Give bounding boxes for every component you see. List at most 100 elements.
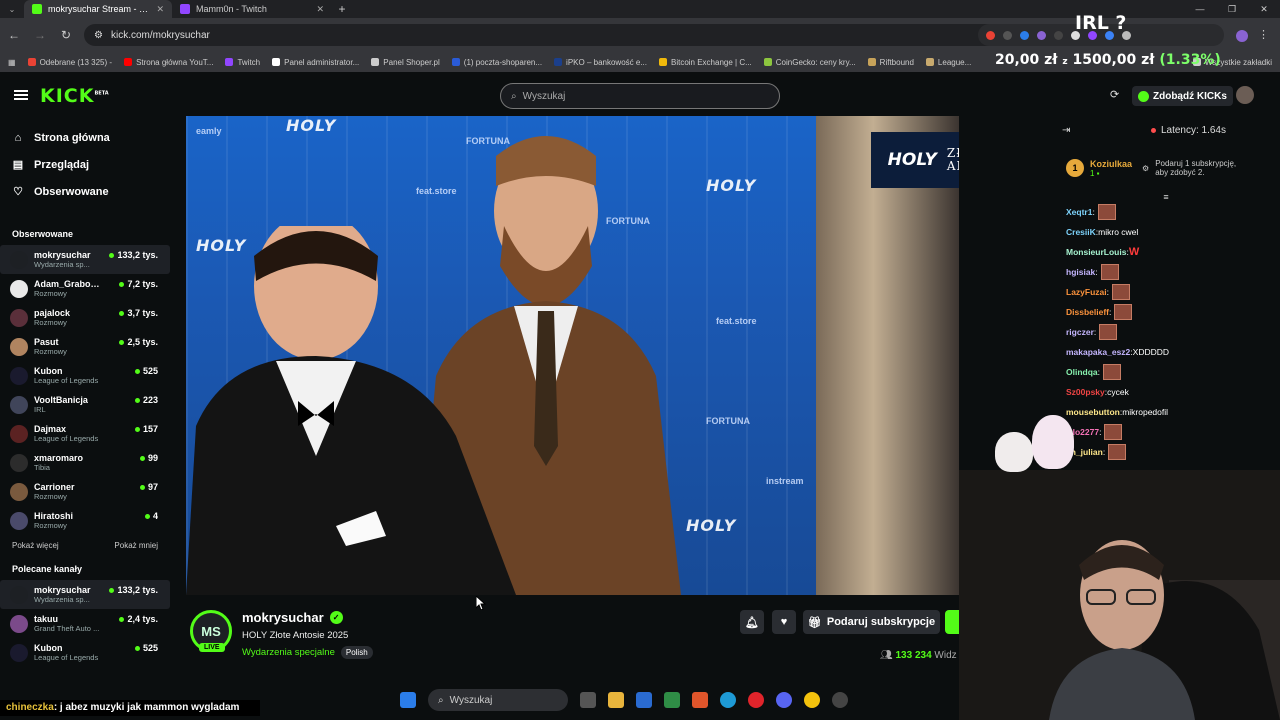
store-icon[interactable] bbox=[636, 692, 652, 708]
bookmark-item[interactable]: Twitch bbox=[225, 58, 260, 67]
cat-emote-sticker bbox=[1032, 415, 1074, 469]
gift-icon: 🎁︎ bbox=[807, 616, 822, 629]
channel-item[interactable]: Hiratoshi Rozmowy 4 bbox=[0, 506, 170, 535]
bookmark-item[interactable]: Odebrane (13 325) - bbox=[27, 58, 112, 67]
reload-icon[interactable]: ↻ bbox=[58, 28, 74, 42]
extension-icon[interactable] bbox=[1037, 30, 1046, 40]
close-window-button[interactable]: ✕ bbox=[1248, 0, 1280, 18]
user-avatar[interactable] bbox=[1236, 86, 1254, 104]
channel-item[interactable]: pajalock Rozmowy 3,7 tys. bbox=[0, 303, 170, 332]
bookmark-label: Strona główna YouT... bbox=[136, 57, 214, 67]
bookmark-item[interactable]: (1) poczta-shoparen... bbox=[451, 58, 542, 67]
opera-icon[interactable] bbox=[748, 692, 764, 708]
file-explorer-icon[interactable] bbox=[608, 692, 624, 708]
chat-username[interactable]: Olindqa bbox=[1066, 367, 1098, 377]
nav-browse[interactable]: ▤ Przeglądaj bbox=[0, 151, 170, 178]
language-tag[interactable]: Polish bbox=[340, 646, 373, 659]
channel-viewers: 2,5 tys. bbox=[119, 337, 158, 347]
forward-icon[interactable]: → bbox=[32, 28, 48, 42]
discord-icon[interactable] bbox=[776, 692, 792, 708]
chat-username[interactable]: rigczer bbox=[1066, 327, 1094, 337]
menu-icon[interactable] bbox=[14, 90, 28, 100]
bookmark-item[interactable]: Bitcoin Exchange | C... bbox=[658, 58, 752, 67]
search-input[interactable]: ⌕ Wyszukaj bbox=[500, 83, 780, 109]
browser-menu-icon[interactable]: ⋮ bbox=[1258, 28, 1269, 41]
bookmark-item[interactable]: CoinGecko: ceny kry... bbox=[763, 58, 856, 67]
bookmark-item[interactable]: Strona główna YouT... bbox=[124, 58, 213, 67]
channel-item[interactable]: Adam_Grabowi... Rozmowy 7,2 tys. bbox=[0, 274, 170, 303]
nav-home[interactable]: ⌂ Strona główna bbox=[0, 124, 170, 151]
chat-username[interactable]: MonsieurLouis bbox=[1066, 247, 1126, 257]
chat-username[interactable]: Sz00psky bbox=[1066, 387, 1105, 397]
refresh-icon[interactable]: ⟳ bbox=[1110, 88, 1119, 101]
extension-icon[interactable] bbox=[986, 30, 995, 40]
channel-item[interactable]: Kubon League of Legends 525 bbox=[0, 638, 170, 667]
extension-icon[interactable] bbox=[1020, 30, 1029, 40]
brave-icon[interactable] bbox=[692, 692, 708, 708]
chat-pin-icon[interactable]: ≡ bbox=[1052, 192, 1280, 202]
show-more-button[interactable]: Pokaż więcej bbox=[12, 541, 59, 550]
chat-username[interactable]: Xeqtr1 bbox=[1066, 207, 1092, 217]
channel-item[interactable]: Pasut Rozmowy 2,5 tys. bbox=[0, 332, 170, 361]
extension-icon[interactable] bbox=[1003, 30, 1012, 40]
tab-search-button[interactable]: ⌄ bbox=[0, 0, 24, 18]
channel-item[interactable]: takuu Grand Theft Auto ... 2,4 tys. bbox=[0, 609, 170, 638]
channel-category: League of Legends bbox=[34, 653, 99, 662]
windows-start-icon[interactable] bbox=[400, 692, 416, 708]
minimize-button[interactable]: — bbox=[1184, 0, 1216, 18]
obs-icon[interactable] bbox=[832, 692, 848, 708]
get-kicks-button[interactable]: Zdobądź KICKs bbox=[1132, 86, 1233, 106]
video-player[interactable]: HOLY FORTUNA eamly feat.store HOLY FORTUNA HOL… bbox=[186, 116, 959, 595]
new-tab-button[interactable]: + bbox=[332, 2, 352, 16]
streamer-name[interactable]: mokrysuchar ✓ bbox=[242, 610, 343, 625]
nav-following[interactable]: ♡ Obserwowane bbox=[0, 178, 170, 205]
category-link[interactable]: Wydarzenia specjalne bbox=[242, 647, 335, 658]
subscribe-button[interactable] bbox=[945, 610, 959, 634]
bookmark-item[interactable]: Panel administrator... bbox=[272, 58, 359, 67]
tab-twitch[interactable]: Mamm0n - Twitch ✕ bbox=[172, 0, 332, 18]
chrome-icon[interactable] bbox=[804, 692, 820, 708]
channel-item[interactable]: mokrysuchar Wydarzenia sp... 133,2 tys. bbox=[0, 580, 170, 609]
profile-avatar[interactable] bbox=[1236, 30, 1248, 42]
follow-button[interactable]: ♥ bbox=[772, 610, 796, 634]
taskbar-search[interactable]: ⌕ Wyszukaj bbox=[428, 689, 568, 711]
channel-item[interactable]: VooltBanicja IRL 223 bbox=[0, 390, 170, 419]
chat-username[interactable]: LazyFuzai bbox=[1066, 287, 1107, 297]
maximize-button[interactable]: ❐ bbox=[1216, 0, 1248, 18]
bookmark-item[interactable]: Riftbound bbox=[867, 58, 914, 67]
back-icon[interactable]: ← bbox=[6, 28, 22, 42]
bookmark-item[interactable]: iPKO – bankowość e... bbox=[554, 58, 647, 67]
collapse-chat-icon[interactable]: ⇥ bbox=[1062, 125, 1070, 136]
kick-logo[interactable]: KICKBETA bbox=[40, 85, 109, 107]
chat-username[interactable]: mousebutton bbox=[1066, 407, 1120, 417]
channel-item[interactable]: xmaromaro Tibia 99 bbox=[0, 448, 170, 477]
gift-subs-button[interactable]: 🎁︎ Podaruj subskrypcje bbox=[803, 610, 940, 634]
gifter-name[interactable]: Koziulkaa bbox=[1090, 159, 1132, 169]
close-icon[interactable]: ✕ bbox=[316, 4, 324, 15]
app-icon[interactable] bbox=[664, 692, 680, 708]
edge-icon[interactable] bbox=[720, 692, 736, 708]
tab-kick[interactable]: mokrysuchar Stream - Watch ✕ bbox=[24, 0, 172, 18]
chat-username[interactable]: CresiiK bbox=[1066, 227, 1096, 237]
bookmark-item[interactable]: Panel Shoper.pl bbox=[371, 58, 440, 67]
chat-header: ⇥ Latency: 1.64s bbox=[1052, 116, 1280, 144]
channel-item[interactable]: mokrysuchar Wydarzenia sp... 133,2 tys. bbox=[0, 245, 170, 274]
notifications-button[interactable]: 🔔︎ bbox=[740, 610, 764, 634]
show-less-button[interactable]: Pokaż mniej bbox=[114, 541, 158, 550]
bookmark-item[interactable]: League... bbox=[925, 58, 971, 67]
chat-username[interactable]: Dissbelieff bbox=[1066, 307, 1109, 317]
channel-item[interactable]: Kubon League of Legends 525 bbox=[0, 361, 170, 390]
kicks-icon bbox=[1138, 90, 1149, 102]
task-view-icon[interactable] bbox=[580, 692, 596, 708]
url-field[interactable]: ⚙ kick.com/mokrysuchar ☆ bbox=[84, 24, 1034, 46]
apps-icon[interactable]: ▦ bbox=[8, 58, 16, 67]
site-info-icon[interactable]: ⚙ bbox=[94, 30, 103, 41]
extension-icon[interactable] bbox=[1054, 30, 1063, 40]
close-icon[interactable]: ✕ bbox=[156, 4, 164, 15]
channel-item[interactable]: Carrioner Rozmowy 97 bbox=[0, 477, 170, 506]
chat-username[interactable]: makapaka_esz2 bbox=[1066, 347, 1130, 357]
bookmark-favicon-icon bbox=[225, 58, 234, 66]
chat-username[interactable]: hgisiak bbox=[1066, 267, 1095, 277]
channel-item[interactable]: Dajmax League of Legends 157 bbox=[0, 419, 170, 448]
channel-category: League of Legends bbox=[34, 376, 99, 385]
